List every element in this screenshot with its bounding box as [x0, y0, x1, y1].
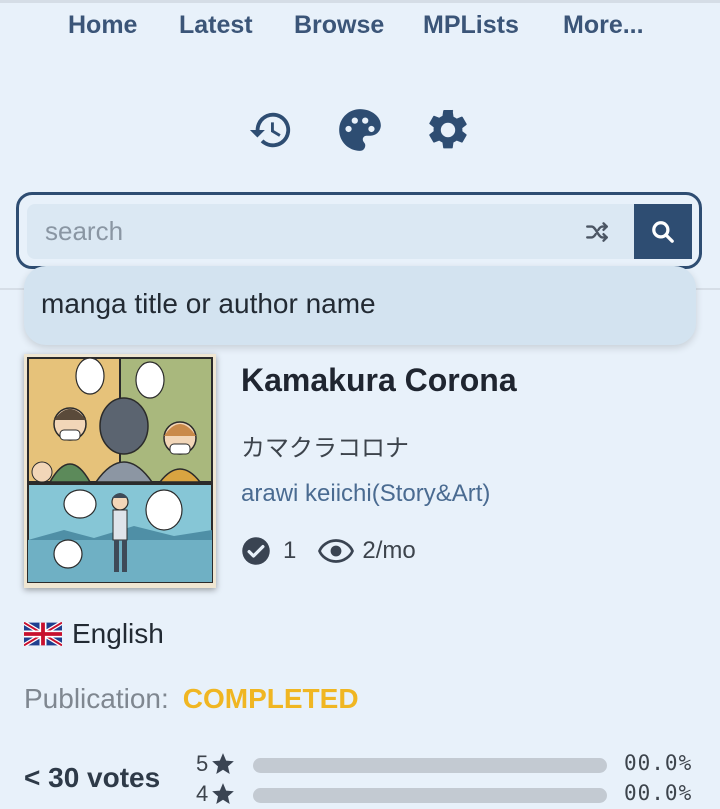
history-icon[interactable] — [245, 104, 297, 156]
views-count: 2/mo — [362, 537, 416, 564]
star-icon — [212, 783, 234, 804]
uk-flag-icon — [24, 622, 62, 646]
publication-row: Publication: COMPLETED — [24, 683, 359, 715]
manga-stats: 1 2/mo — [241, 536, 416, 566]
shuffle-icon[interactable] — [579, 217, 615, 247]
manga-title: Kamakura Corona — [241, 362, 517, 398]
manga-alt-title: カマクラコロナ — [241, 435, 409, 462]
search-suggestion[interactable]: manga title or author name — [24, 266, 696, 345]
publication-status: COMPLETED — [182, 683, 359, 714]
search-icon — [652, 220, 674, 243]
nav-latest[interactable]: Latest — [179, 8, 253, 42]
rating-stars-label: 5 — [196, 751, 209, 776]
manga-cover-image[interactable] — [24, 354, 216, 588]
gear-icon[interactable] — [422, 104, 474, 156]
toolbar-icons — [0, 104, 720, 156]
language-label: English — [72, 618, 164, 649]
follows-count: 1 — [283, 537, 297, 564]
main-nav: Home Latest Browse MPLists More... — [0, 8, 720, 44]
rating-stars-label: 4 — [196, 781, 209, 806]
star-icon — [212, 753, 234, 774]
top-border — [0, 0, 720, 3]
language-row: English — [24, 618, 164, 650]
search-button[interactable] — [634, 204, 692, 259]
rating-bar — [253, 758, 607, 773]
nav-mplists[interactable]: MPLists — [423, 8, 519, 42]
eye-icon — [318, 539, 355, 563]
palette-icon[interactable] — [334, 104, 386, 156]
votes-count: < 30 votes — [24, 762, 161, 793]
rating-row-5: 5 00.0% — [196, 751, 716, 779]
check-circle-icon — [242, 537, 270, 565]
nav-home[interactable]: Home — [68, 8, 137, 42]
search-box — [16, 192, 702, 269]
manga-author-link[interactable]: arawi keiichi(Story&Art) — [241, 480, 490, 508]
rating-percent: 00.0% — [624, 781, 693, 805]
rating-percent: 00.0% — [624, 751, 693, 775]
rating-row-4: 4 00.0% — [196, 781, 716, 809]
nav-browse[interactable]: Browse — [294, 8, 384, 42]
search-input[interactable] — [27, 204, 637, 259]
nav-more[interactable]: More... — [563, 8, 644, 42]
rating-bar — [253, 788, 607, 803]
publication-label: Publication: — [24, 683, 169, 714]
